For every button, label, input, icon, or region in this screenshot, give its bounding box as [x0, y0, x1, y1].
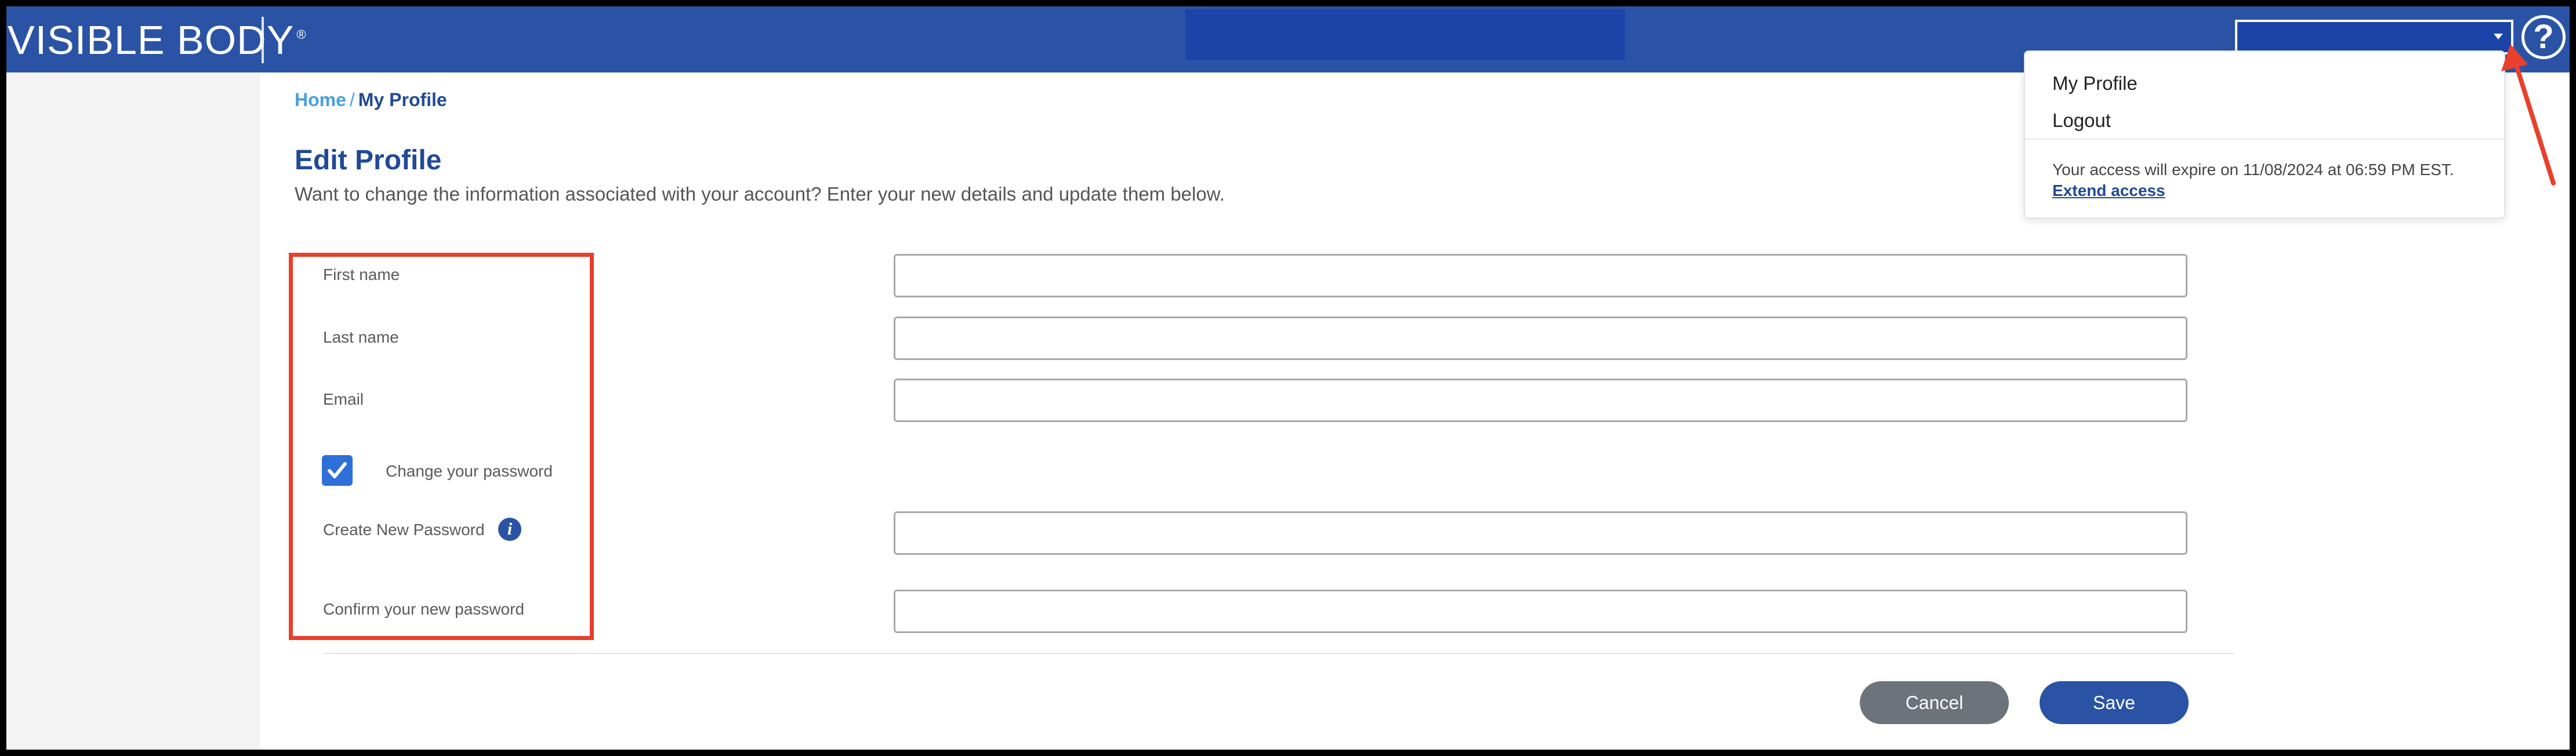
left-sidebar [6, 72, 260, 750]
email-label: Email [323, 390, 364, 408]
app-window: VISIBLE BODY ® ? Home / My Profile Edit Pr… [6, 6, 2570, 750]
annotation-highlight-box [289, 253, 594, 640]
change-password-checkbox[interactable] [322, 455, 353, 486]
menu-item-logout[interactable]: Logout [2052, 110, 2111, 132]
breadcrumb-current: My Profile [358, 89, 447, 110]
first-name-input[interactable] [894, 254, 2187, 297]
help-icon[interactable]: ? [2521, 15, 2566, 59]
first-name-label: First name [323, 266, 400, 284]
confirm-password-input[interactable] [894, 590, 2187, 633]
page-title: Edit Profile [295, 145, 442, 176]
breadcrumb-separator: / [349, 89, 355, 110]
account-dropdown-toggle[interactable] [2235, 20, 2513, 54]
last-name-input[interactable] [894, 317, 2187, 360]
form-divider [324, 653, 2234, 654]
new-password-input[interactable] [894, 511, 2187, 555]
caret-down-icon [2494, 34, 2503, 39]
menu-divider [2025, 139, 2504, 140]
change-password-label[interactable]: Change your password [386, 462, 553, 481]
logo-divider [262, 17, 264, 63]
access-expiry-text: Your access will expire on 11/08/2024 at… [2052, 161, 2454, 179]
header-center-block [1185, 9, 1625, 60]
breadcrumb-home-link[interactable]: Home [295, 89, 346, 110]
cancel-button[interactable]: Cancel [1860, 681, 2009, 724]
extend-access-link[interactable]: Extend access [2052, 181, 2165, 200]
checkmark-icon [328, 462, 347, 478]
account-dropdown-menu: My Profile Logout Your access will expir… [2024, 50, 2505, 219]
logo-text: VISIBLE BODY [8, 17, 295, 63]
menu-item-my-profile[interactable]: My Profile [2052, 72, 2138, 94]
logo-registered-mark: ® [296, 27, 307, 42]
info-icon[interactable]: i [498, 518, 521, 541]
breadcrumb: Home / My Profile [295, 89, 447, 111]
email-input[interactable] [894, 379, 2187, 422]
save-button[interactable]: Save [2040, 681, 2189, 724]
confirm-password-label: Confirm your new password [323, 600, 525, 618]
page-subtitle: Want to change the information associate… [295, 183, 1225, 205]
last-name-label: Last name [323, 328, 399, 346]
new-password-label: Create New Password [323, 521, 485, 539]
